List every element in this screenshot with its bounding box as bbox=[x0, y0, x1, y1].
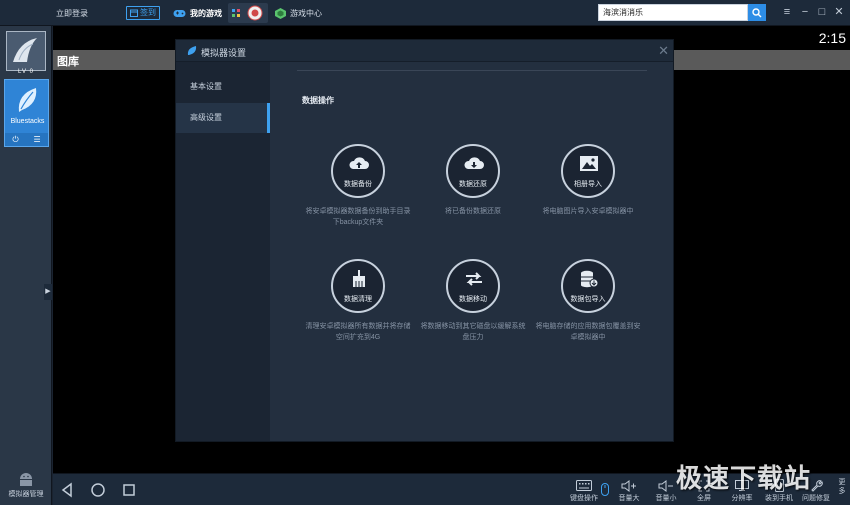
watermark-text: 极速下载站 bbox=[676, 463, 812, 493]
search-input[interactable]: 海滨消消乐 bbox=[598, 4, 748, 21]
op-description: 将电脑图片导入安卓模拟器中 bbox=[542, 208, 634, 215]
gamepad-icon bbox=[173, 9, 186, 17]
signin-label: 签到 bbox=[140, 8, 156, 17]
cloud-upload-icon bbox=[349, 157, 369, 169]
search-button[interactable] bbox=[748, 4, 766, 21]
avatar-logo-icon bbox=[7, 32, 45, 70]
op-album-import[interactable]: 相册导入 将电脑图片导入安卓模拟器中 bbox=[530, 144, 646, 217]
app-tile-label: Bluestacks bbox=[10, 118, 45, 125]
tab-game-center-label: 游戏中心 bbox=[290, 8, 322, 18]
tool-label: 键盘操作 bbox=[570, 495, 598, 502]
dialog-header: 模拟器设置 ✕ bbox=[176, 40, 673, 62]
dialog-content: 数据操作 数据备份 将安卓模拟器数据备份到助手目录下backup文件夹 数据还原… bbox=[270, 62, 673, 441]
op-data-move[interactable]: 数据移动 将数据移动到其它磁盘以缓解系统盘压力 bbox=[415, 259, 531, 343]
op-data-restore[interactable]: 数据还原 将已备份数据还原 bbox=[415, 144, 531, 217]
avatar[interactable] bbox=[6, 31, 46, 71]
simulator-manager-button[interactable]: 模拟器管理 bbox=[0, 471, 52, 505]
menu-icon[interactable]: ☰ bbox=[33, 135, 40, 144]
app-thumbnail-icon bbox=[247, 5, 263, 21]
op-data-cleanup[interactable]: 数据清理 清理安卓模拟器所有数据并将存储空间扩充到4G bbox=[300, 259, 416, 343]
op-label: 数据还原 bbox=[459, 181, 487, 188]
simulator-manager-label: 模拟器管理 bbox=[8, 491, 44, 498]
volume-up-icon bbox=[621, 479, 636, 492]
settings-dialog: 模拟器设置 ✕ 基本设置 高级设置 数据操作 数据备份 将安卓模拟器数据备份到助… bbox=[175, 39, 674, 442]
close-icon[interactable]: ✕ bbox=[832, 5, 846, 19]
expand-handle[interactable]: ▶ bbox=[44, 284, 52, 300]
keyboard-icon bbox=[576, 480, 592, 491]
nav-advanced-settings[interactable]: 高级设置 bbox=[176, 103, 270, 133]
leaf-icon bbox=[18, 88, 37, 112]
power-icon[interactable]: ⏻ bbox=[12, 135, 18, 145]
op-package-import[interactable]: 数据包导入 将电脑存储的应用数据包覆盖到安卓模拟器中 bbox=[530, 259, 646, 343]
op-label: 相册导入 bbox=[574, 181, 602, 188]
home-icon[interactable] bbox=[90, 482, 106, 498]
database-import-icon bbox=[581, 270, 599, 288]
tab-my-games[interactable]: 我的游戏 bbox=[165, 0, 230, 26]
keyboard-control-button[interactable]: 键盘操作 bbox=[565, 478, 603, 504]
minimize-icon[interactable]: − bbox=[798, 5, 812, 19]
level-badge: LV 0 bbox=[18, 69, 34, 75]
dialog-close-icon[interactable]: ✕ bbox=[658, 43, 669, 59]
op-description: 清理安卓模拟器所有数据并将存储空间扩充到4G bbox=[305, 323, 411, 341]
op-description: 将电脑存储的应用数据包覆盖到安卓模拟器中 bbox=[535, 323, 641, 341]
signin-button[interactable]: 签到 bbox=[126, 6, 160, 20]
status-clock: 2:15 bbox=[818, 30, 846, 46]
top-bar: 立即登录 签到 我的游戏 游戏中心 海滨消消乐 ≡ − □ ✕ bbox=[0, 0, 850, 26]
op-label: 数据备份 bbox=[344, 181, 372, 188]
section-divider bbox=[297, 70, 647, 71]
recent-apps-icon[interactable] bbox=[121, 482, 137, 498]
game-center-icon bbox=[275, 7, 286, 19]
cloud-download-icon bbox=[464, 157, 484, 169]
tab-game-center[interactable]: 游戏中心 bbox=[275, 0, 322, 26]
op-description: 将安卓模拟器数据备份到助手目录下backup文件夹 bbox=[305, 208, 411, 226]
mouse-icon[interactable] bbox=[601, 483, 609, 496]
op-description: 将已备份数据还原 bbox=[445, 208, 501, 215]
volume-up-button[interactable]: 音量大 bbox=[610, 478, 648, 504]
maximize-icon[interactable]: □ bbox=[815, 5, 829, 19]
back-icon[interactable] bbox=[59, 482, 75, 498]
tool-label: 音量大 bbox=[618, 495, 640, 502]
app-tile-bluestacks[interactable]: Bluestacks ⏻ ☰ bbox=[4, 79, 49, 147]
dialog-title: 模拟器设置 bbox=[201, 48, 247, 58]
wrench-icon bbox=[810, 480, 823, 492]
android-icon bbox=[20, 473, 32, 486]
swap-arrows-icon bbox=[466, 272, 482, 286]
login-link[interactable]: 立即登录 bbox=[56, 8, 88, 19]
image-icon bbox=[580, 156, 598, 171]
more-button[interactable]: 更多 bbox=[836, 478, 848, 496]
tab-open-app[interactable] bbox=[228, 3, 268, 23]
op-data-backup[interactable]: 数据备份 将安卓模拟器数据备份到助手目录下backup文件夹 bbox=[300, 144, 416, 228]
gallery-title: 图库 bbox=[57, 56, 79, 68]
search-icon bbox=[752, 7, 762, 17]
tab-my-games-label: 我的游戏 bbox=[190, 8, 222, 18]
leaf-icon bbox=[187, 46, 197, 55]
op-label: 数据清理 bbox=[344, 296, 372, 303]
op-label: 数据移动 bbox=[459, 296, 487, 303]
nav-basic-settings[interactable]: 基本设置 bbox=[176, 72, 270, 102]
op-label: 数据包导入 bbox=[570, 296, 606, 303]
section-title: 数据操作 bbox=[302, 96, 334, 105]
dialog-nav: 基本设置 高级设置 bbox=[176, 62, 270, 441]
volume-down-icon bbox=[658, 479, 673, 492]
broom-icon bbox=[353, 270, 365, 287]
grid-icon bbox=[232, 9, 240, 17]
calendar-icon bbox=[130, 9, 138, 17]
op-description: 将数据移动到其它磁盘以缓解系统盘压力 bbox=[420, 323, 526, 341]
app-tile-controls: ⏻ ☰ bbox=[5, 133, 48, 146]
left-sidebar: LV 0 Bluestacks ⏻ ☰ ▶ 模拟器管理 bbox=[0, 26, 52, 505]
menu-icon[interactable]: ≡ bbox=[780, 5, 794, 19]
